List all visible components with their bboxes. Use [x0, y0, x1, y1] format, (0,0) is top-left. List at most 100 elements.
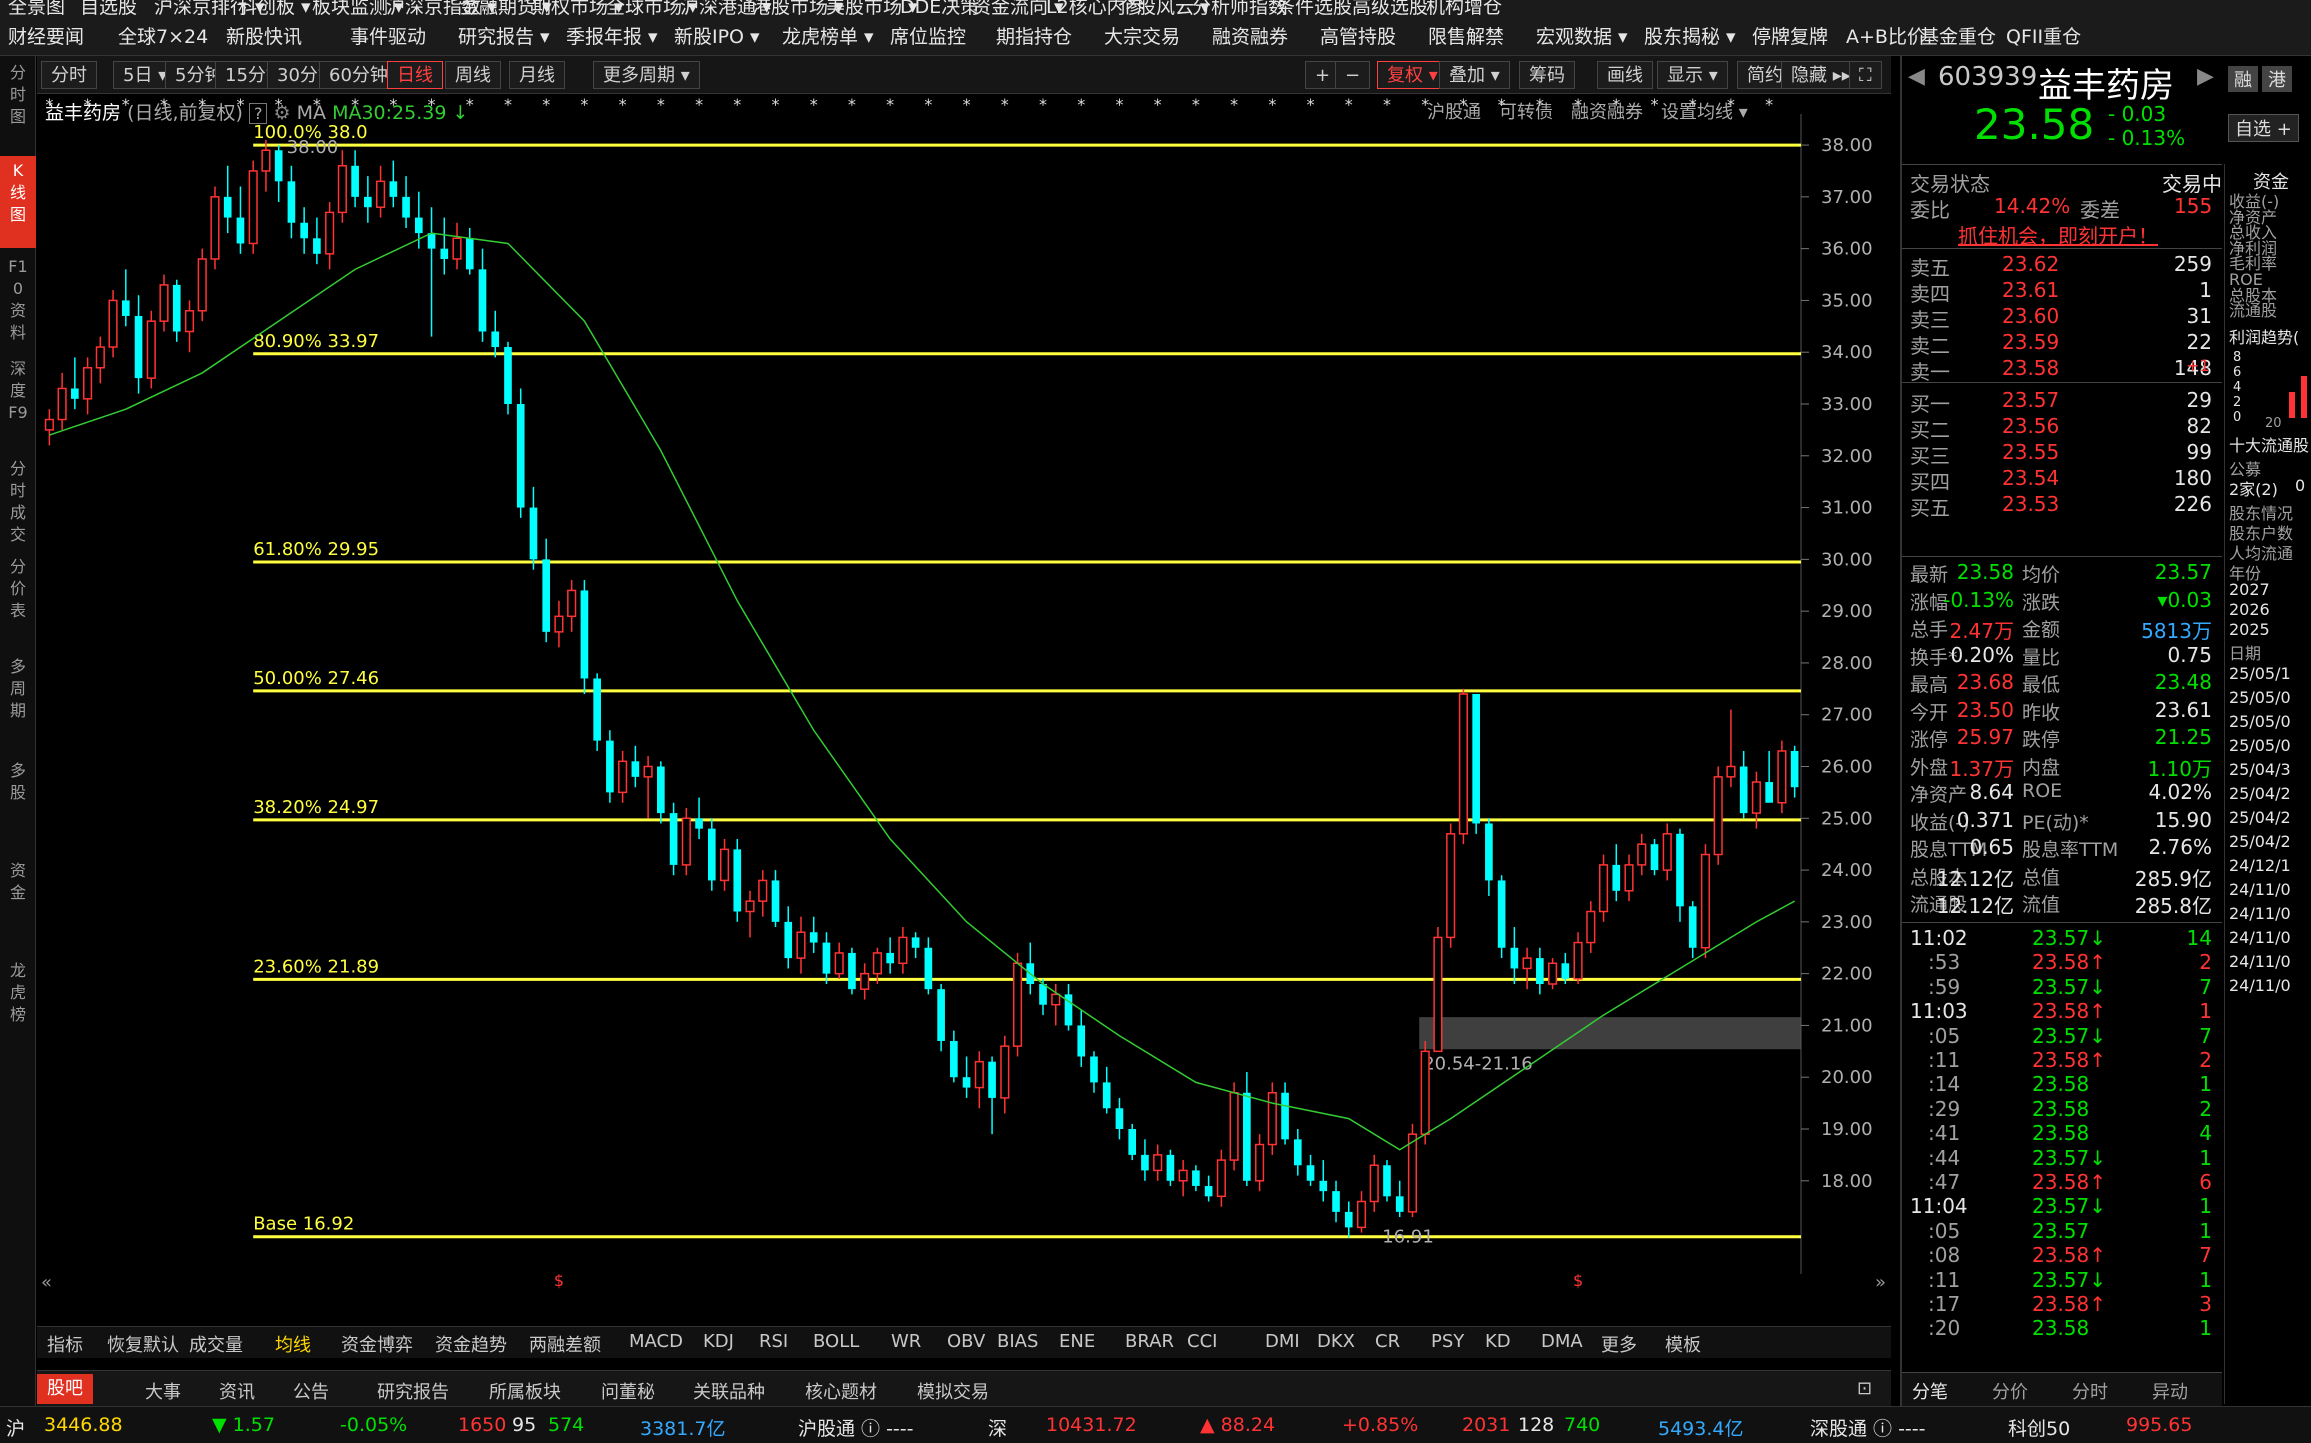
- candle[interactable]: [274, 145, 283, 203]
- promo-link[interactable]: 抓住机会，即刻开户！: [1958, 220, 2158, 249]
- candle[interactable]: [1739, 750, 1748, 819]
- indicator-tab[interactable]: 恢复默认: [107, 1331, 179, 1357]
- candle[interactable]: [1536, 947, 1544, 995]
- indicator-tab[interactable]: BOLL: [813, 1331, 859, 1352]
- candle[interactable]: [172, 279, 181, 342]
- nav-item[interactable]: 季报年报 ▾: [566, 26, 658, 48]
- candle[interactable]: [184, 300, 195, 353]
- candle[interactable]: [1000, 1035, 1010, 1114]
- indicator-tab[interactable]: 成交量: [189, 1331, 243, 1357]
- candle[interactable]: [860, 963, 870, 1000]
- candle[interactable]: [146, 310, 156, 389]
- news-marker-icon[interactable]: *: [428, 95, 436, 114]
- news-marker-icon[interactable]: *: [313, 95, 321, 114]
- candle[interactable]: [325, 202, 335, 270]
- toolbar-button[interactable]: 显示 ▾: [1657, 61, 1728, 89]
- candle[interactable]: [618, 750, 628, 803]
- indicator-tab[interactable]: 更多: [1601, 1331, 1637, 1357]
- toolbar-button[interactable]: 画线: [1597, 61, 1653, 89]
- candle[interactable]: [1166, 1149, 1175, 1186]
- margin-button[interactable]: 融: [2228, 66, 2258, 92]
- fullscreen-icon[interactable]: ⛶: [1849, 61, 1882, 89]
- candle[interactable]: [1102, 1066, 1111, 1114]
- candle[interactable]: [1548, 958, 1558, 990]
- candle[interactable]: [1446, 823, 1456, 948]
- news-tab[interactable]: 大事: [145, 1378, 181, 1404]
- candle[interactable]: [911, 932, 920, 959]
- candle[interactable]: [236, 186, 245, 254]
- nav-item[interactable]: 机构增仓: [1426, 0, 1502, 18]
- candle[interactable]: [1777, 740, 1787, 814]
- candle[interactable]: [1676, 828, 1684, 922]
- sidebar-tab[interactable]: 分价表: [0, 552, 36, 648]
- news-marker-icon[interactable]: *: [1268, 95, 1276, 114]
- nav-item[interactable]: 全景图: [8, 0, 65, 18]
- nav-item[interactable]: 科创板 ▾: [238, 0, 311, 18]
- tick-list[interactable]: 11:02 23.57↓ 14:53 23.58↑ 2:59 23.57↓ 7 11:03 23…: [1902, 926, 2222, 1376]
- candle[interactable]: [1726, 709, 1736, 788]
- candle[interactable]: [1637, 833, 1647, 876]
- sidebar-tab[interactable]: 资金: [0, 856, 36, 952]
- candle[interactable]: [1344, 1201, 1353, 1238]
- candle[interactable]: [669, 802, 678, 876]
- toolbar-button[interactable]: 筹码: [1519, 61, 1575, 89]
- news-marker-icon[interactable]: *: [122, 95, 130, 114]
- indicator-tab[interactable]: KD: [1485, 1331, 1511, 1352]
- indicator-tab[interactable]: ENE: [1059, 1331, 1095, 1352]
- event-marker-icon[interactable]: $: [1573, 1271, 1583, 1290]
- bid-price[interactable]: 23.56: [2002, 414, 2059, 438]
- news-marker-icon[interactable]: *: [542, 95, 550, 114]
- news-marker-icon[interactable]: *: [1536, 95, 1544, 114]
- news-tab[interactable]: 研究报告: [377, 1378, 449, 1404]
- candle[interactable]: [1650, 839, 1659, 876]
- candle[interactable]: [71, 357, 79, 410]
- news-marker-icon[interactable]: *: [1689, 95, 1697, 114]
- candle[interactable]: [1090, 1051, 1098, 1093]
- next-stock-icon[interactable]: ▶: [2197, 64, 2214, 89]
- news-marker-icon[interactable]: *: [924, 95, 932, 114]
- candle[interactable]: [542, 538, 551, 643]
- candle[interactable]: [1458, 688, 1468, 845]
- candle[interactable]: [504, 341, 512, 415]
- news-marker-icon[interactable]: *: [1574, 95, 1582, 114]
- news-marker-icon[interactable]: *: [466, 95, 474, 114]
- top10-label[interactable]: 十大流通股: [2229, 432, 2309, 456]
- indicator-tab[interactable]: 均线: [275, 1331, 311, 1357]
- candle[interactable]: [1586, 901, 1596, 953]
- ask-price[interactable]: 23.62: [2002, 252, 2059, 276]
- candle[interactable]: [1281, 1082, 1289, 1145]
- ask-price[interactable]: 23.59: [2002, 330, 2059, 354]
- news-marker-icon[interactable]: *: [1765, 95, 1773, 114]
- tick-tab[interactable]: 分时: [2072, 1378, 2108, 1404]
- nav-item[interactable]: 财经要闻: [8, 26, 84, 48]
- candle[interactable]: [1433, 927, 1443, 1053]
- news-marker-icon[interactable]: *: [198, 95, 206, 114]
- news-marker-icon[interactable]: *: [1383, 95, 1391, 114]
- candle[interactable]: [402, 176, 410, 228]
- candle[interactable]: [695, 797, 703, 839]
- candle[interactable]: [1255, 1134, 1265, 1192]
- news-marker-icon[interactable]: *: [1612, 95, 1620, 114]
- add-watchlist-button[interactable]: 自选 +: [2228, 114, 2299, 142]
- news-marker-icon[interactable]: *: [275, 95, 283, 114]
- period-button[interactable]: 月线: [509, 61, 565, 89]
- candle[interactable]: [822, 932, 831, 984]
- nav-item[interactable]: 限售解禁: [1428, 26, 1504, 48]
- nav-item[interactable]: DDE决策: [900, 0, 979, 18]
- toolbar-button[interactable]: 复权 ▾: [1377, 61, 1448, 89]
- candle[interactable]: [886, 937, 894, 974]
- candle[interactable]: [1332, 1180, 1340, 1223]
- nav-item[interactable]: 自选股: [80, 0, 137, 18]
- candle[interactable]: [287, 165, 296, 239]
- news-marker-icon[interactable]: *: [351, 95, 359, 114]
- candle[interactable]: [834, 942, 844, 979]
- candle[interactable]: [516, 388, 525, 518]
- candle[interactable]: [719, 839, 730, 891]
- nav-item[interactable]: 分析师指数: [1192, 0, 1287, 18]
- candle[interactable]: [1229, 1082, 1239, 1171]
- sidebar-tab[interactable]: 分时图: [0, 58, 36, 150]
- news-tab[interactable]: 股吧: [37, 1374, 93, 1404]
- candle[interactable]: [796, 916, 806, 974]
- candle[interactable]: [261, 139, 271, 192]
- candle[interactable]: [1243, 1072, 1251, 1186]
